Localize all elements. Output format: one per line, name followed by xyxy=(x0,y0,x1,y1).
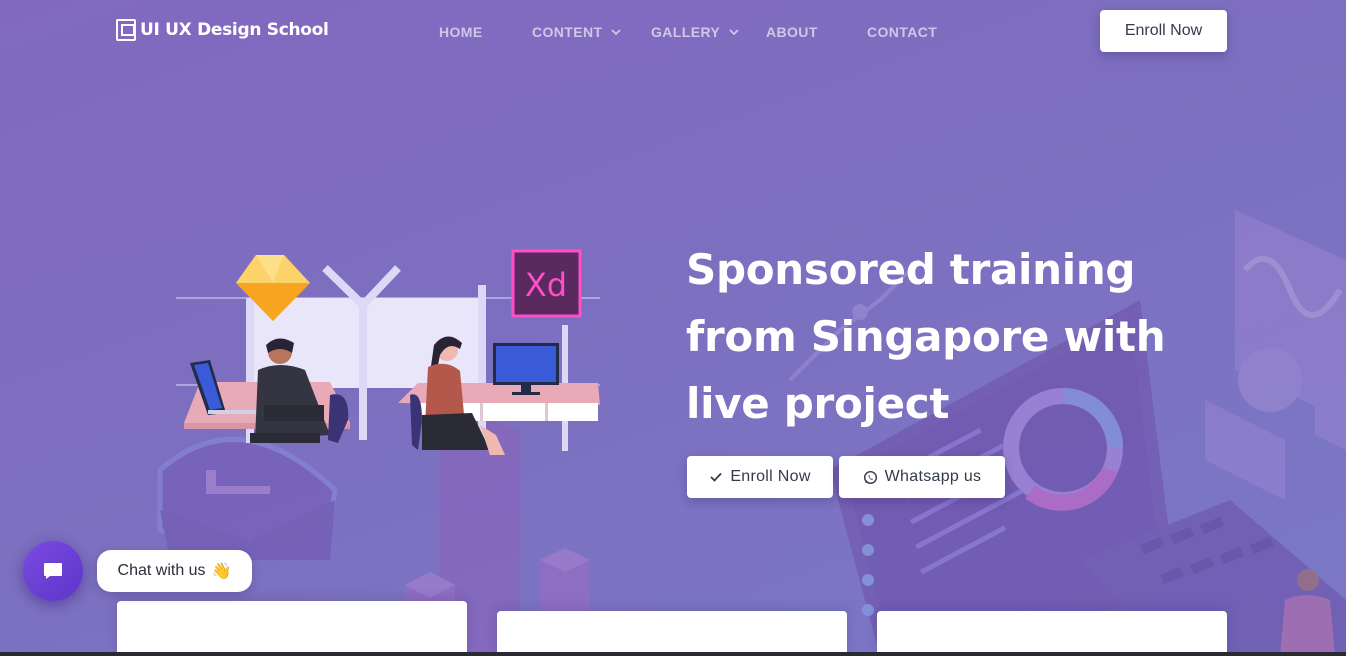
chevron-down-icon xyxy=(611,29,622,36)
chevron-down-icon xyxy=(729,29,739,36)
chat-with-us-label[interactable]: Chat with us 👋 xyxy=(97,550,252,592)
chat-icon xyxy=(44,563,62,579)
nav-item-gallery[interactable]: GALLERY xyxy=(651,24,740,40)
top-navbar: UI UX Design School HOME CONTENT GALLERY… xyxy=(0,0,1346,64)
enroll-now-button-header[interactable]: Enroll Now xyxy=(1100,10,1227,52)
xd-badge-text: Xd xyxy=(525,266,567,304)
whatsapp-button[interactable]: Whatsapp us xyxy=(839,456,1005,498)
waving-hand-icon: 👋 xyxy=(211,563,232,580)
chat-label-text: Chat with us xyxy=(117,562,206,579)
chat-launcher-button[interactable] xyxy=(23,541,83,601)
nav-item-label: HOME xyxy=(439,24,483,40)
brand-logo[interactable]: UI UX Design School xyxy=(116,19,329,41)
nav-item-label: ABOUT xyxy=(766,24,818,40)
feature-card-2 xyxy=(497,611,847,656)
nav-item-about[interactable]: ABOUT xyxy=(766,24,818,40)
nav-item-label: CONTENT xyxy=(532,24,603,40)
enroll-now-button[interactable]: Enroll Now xyxy=(687,456,833,498)
nav-item-label: GALLERY xyxy=(651,24,721,40)
check-icon xyxy=(710,472,722,482)
brand-name: UI UX Design School xyxy=(140,20,329,40)
feature-card-1 xyxy=(117,601,467,656)
hero-headline: Sponsored training from Singapore with l… xyxy=(686,245,1166,428)
hero-illustration: Xd xyxy=(176,249,600,455)
bottom-edge xyxy=(0,652,1346,656)
nav-item-label: CONTACT xyxy=(867,24,938,40)
nav-item-content[interactable]: CONTENT xyxy=(532,24,622,40)
nav-item-home[interactable]: HOME xyxy=(439,24,483,40)
adobe-xd-icon: Xd xyxy=(511,249,582,318)
feature-card-3 xyxy=(877,611,1227,656)
logo-icon xyxy=(116,19,136,41)
whatsapp-label: Whatsapp us xyxy=(884,468,982,485)
nav-item-contact[interactable]: CONTACT xyxy=(867,24,937,40)
enroll-now-label: Enroll Now xyxy=(730,468,811,485)
whatsapp-icon xyxy=(863,470,877,484)
